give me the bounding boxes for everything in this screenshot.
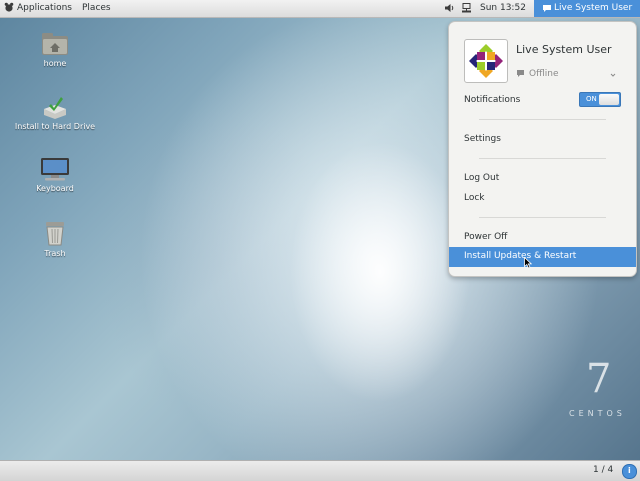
- desktop-icon-label: Trash: [44, 249, 66, 258]
- toggle-on-label: ON: [586, 95, 597, 103]
- settings-item[interactable]: Settings: [449, 130, 636, 149]
- user-menu-button[interactable]: Live System User: [534, 0, 640, 17]
- user-menu-label: Live System User: [554, 3, 633, 13]
- desktop-icon-keyboard[interactable]: Keyboard: [5, 157, 105, 193]
- network-icon[interactable]: [462, 3, 471, 16]
- desktop-icon-install[interactable]: Install to Hard Drive: [5, 95, 105, 131]
- clock[interactable]: Sun 13:52: [480, 3, 526, 13]
- applications-icon: [4, 2, 14, 16]
- centos-watermark: 7 CENTOS: [560, 356, 640, 422]
- info-icon: i: [628, 466, 631, 475]
- desktop-icon-label: Install to Hard Drive: [14, 122, 96, 131]
- folder-home-icon: [41, 32, 69, 56]
- power-off-label: Power Off: [464, 232, 508, 242]
- volume-icon[interactable]: [445, 3, 455, 16]
- desktop-icon-trash[interactable]: Trash: [5, 220, 105, 258]
- status-label: Offline: [529, 69, 559, 79]
- install-updates-restart-item[interactable]: Install Updates & Restart: [449, 247, 636, 267]
- top-bar: Applications Places Sun 13:52 Live Syste…: [0, 0, 640, 18]
- separator: [479, 119, 606, 120]
- power-off-item[interactable]: Power Off: [449, 228, 636, 247]
- chevron-down-icon: [610, 71, 616, 81]
- lock-item[interactable]: Lock: [449, 189, 636, 208]
- workspace-indicator[interactable]: 1 / 4: [593, 465, 613, 475]
- status-selector[interactable]: Offline: [516, 68, 621, 81]
- bottom-bar: 1 / 4 i: [0, 460, 640, 481]
- watermark-brand: CENTOS: [569, 409, 626, 418]
- notifications-toggle[interactable]: ON: [579, 92, 621, 107]
- watermark-version: 7: [586, 356, 612, 402]
- install-updates-label: Install Updates & Restart: [464, 251, 577, 261]
- logout-label: Log Out: [464, 173, 500, 183]
- desktop-icon-label: Keyboard: [36, 184, 74, 193]
- settings-label: Settings: [464, 134, 501, 144]
- applications-menu[interactable]: Applications: [17, 3, 72, 13]
- user-name: Live System User: [516, 43, 612, 56]
- separator: [479, 217, 606, 218]
- status-icon: [516, 69, 525, 81]
- install-icon: [41, 95, 69, 119]
- centos-logo-icon: [467, 42, 505, 80]
- toggle-knob: [599, 94, 619, 105]
- mouse-pointer-icon: [524, 256, 533, 272]
- message-tray-button[interactable]: i: [622, 464, 637, 479]
- lock-label: Lock: [464, 193, 485, 203]
- desktop-icon-label: home: [43, 59, 67, 68]
- chat-icon: [542, 4, 552, 16]
- notifications-label: Notifications: [464, 95, 521, 105]
- system-menu: Live System User Offline Notifications O…: [448, 21, 637, 277]
- keyboard-icon: [40, 157, 70, 181]
- logout-item[interactable]: Log Out: [449, 169, 636, 188]
- places-menu[interactable]: Places: [82, 3, 111, 13]
- separator: [479, 158, 606, 159]
- user-avatar: [464, 39, 508, 83]
- trash-icon: [43, 220, 67, 246]
- desktop-icon-home[interactable]: home: [5, 32, 105, 68]
